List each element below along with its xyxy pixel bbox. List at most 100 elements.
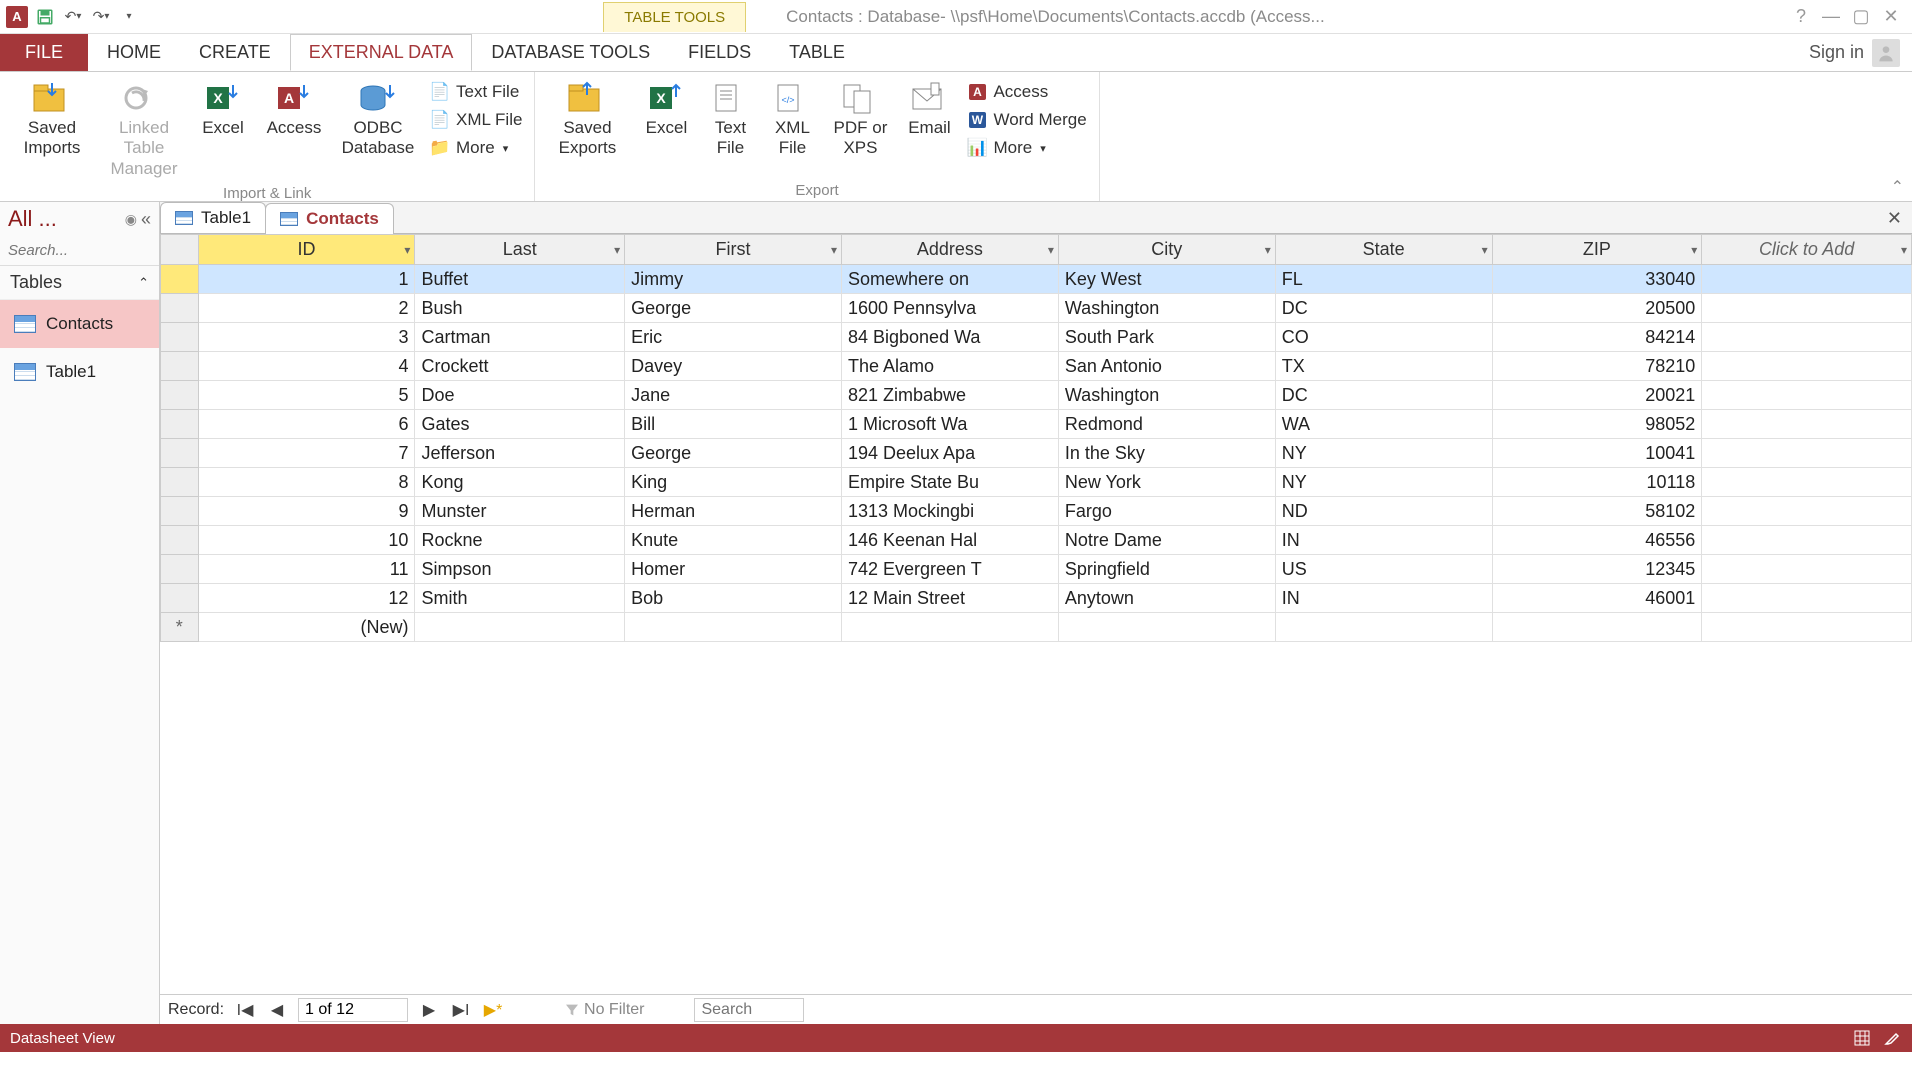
- cell-last[interactable]: Rockne: [415, 526, 625, 555]
- cell-state[interactable]: DC: [1275, 294, 1492, 323]
- cell-address[interactable]: 194 Deelux Apa: [841, 439, 1058, 468]
- cell-id[interactable]: 2: [198, 294, 415, 323]
- cell-state[interactable]: TX: [1275, 352, 1492, 381]
- cell-address[interactable]: 1 Microsoft Wa: [841, 410, 1058, 439]
- cell-blank[interactable]: [1702, 526, 1912, 555]
- cell-last[interactable]: Doe: [415, 381, 625, 410]
- cell-address[interactable]: 1600 Pennsylva: [841, 294, 1058, 323]
- cell-zip[interactable]: 10041: [1492, 439, 1702, 468]
- cell-blank[interactable]: [1702, 294, 1912, 323]
- column-header-city[interactable]: City▾: [1058, 235, 1275, 265]
- minimize-icon[interactable]: —: [1818, 4, 1844, 30]
- row-selector[interactable]: *: [161, 613, 199, 642]
- cell-last[interactable]: Munster: [415, 497, 625, 526]
- cell-first[interactable]: Jane: [625, 381, 842, 410]
- datasheet-view-icon[interactable]: [1852, 1028, 1872, 1048]
- nav-filter-icon[interactable]: ◉: [125, 211, 137, 228]
- cell-first[interactable]: Davey: [625, 352, 842, 381]
- cell-first[interactable]: Bob: [625, 584, 842, 613]
- design-view-icon[interactable]: [1882, 1028, 1902, 1048]
- column-header-last[interactable]: Last▾: [415, 235, 625, 265]
- cell-blank[interactable]: [1702, 381, 1912, 410]
- new-record-row[interactable]: *(New): [161, 613, 1912, 642]
- cell-blank[interactable]: [1702, 468, 1912, 497]
- column-header-id[interactable]: ID▾: [198, 235, 415, 265]
- chevron-down-icon[interactable]: ▾: [1901, 243, 1907, 257]
- row-selector[interactable]: [161, 526, 199, 555]
- table-row[interactable]: 7JeffersonGeorge194 Deelux ApaIn the Sky…: [161, 439, 1912, 468]
- tab-external-data[interactable]: EXTERNAL DATA: [290, 34, 473, 71]
- cell-city[interactable]: South Park: [1058, 323, 1275, 352]
- column-header-click-to-add[interactable]: Click to Add▾: [1702, 235, 1912, 265]
- cell-zip[interactable]: 84214: [1492, 323, 1702, 352]
- cell-last[interactable]: Cartman: [415, 323, 625, 352]
- cell-state[interactable]: NY: [1275, 468, 1492, 497]
- cell-first[interactable]: George: [625, 439, 842, 468]
- chevron-down-icon[interactable]: ▾: [1482, 243, 1488, 257]
- cell-id[interactable]: 4: [198, 352, 415, 381]
- cell-first[interactable]: King: [625, 468, 842, 497]
- cell-first[interactable]: George: [625, 294, 842, 323]
- maximize-icon[interactable]: ▢: [1848, 4, 1874, 30]
- qat-customize-icon[interactable]: ▾: [118, 6, 140, 28]
- cell-id[interactable]: 5: [198, 381, 415, 410]
- cell-city[interactable]: Redmond: [1058, 410, 1275, 439]
- import-excel-button[interactable]: X Excel: [192, 76, 254, 142]
- last-record-button[interactable]: ▶I: [450, 1000, 472, 1020]
- cell-state[interactable]: CO: [1275, 323, 1492, 352]
- redo-icon[interactable]: ↷▾: [90, 6, 112, 28]
- cell-address[interactable]: 1313 Mockingbi: [841, 497, 1058, 526]
- collapse-ribbon-icon[interactable]: ⌃: [1891, 177, 1904, 197]
- cell-city[interactable]: Anytown: [1058, 584, 1275, 613]
- datasheet[interactable]: ID▾ Last▾ First▾ Address▾ City▾ State▾ Z…: [160, 234, 1912, 994]
- cell-first[interactable]: Herman: [625, 497, 842, 526]
- cell-address[interactable]: 12 Main Street: [841, 584, 1058, 613]
- tab-database-tools[interactable]: DATABASE TOOLS: [472, 34, 669, 71]
- table-row[interactable]: 9MunsterHerman1313 MockingbiFargoND58102: [161, 497, 1912, 526]
- row-selector[interactable]: [161, 497, 199, 526]
- column-header-address[interactable]: Address▾: [841, 235, 1058, 265]
- cell-blank[interactable]: [1702, 555, 1912, 584]
- export-more-button[interactable]: 📊More▾: [963, 136, 1090, 160]
- export-text-file-button[interactable]: Text File: [701, 76, 759, 163]
- undo-icon[interactable]: ↶▾: [62, 6, 84, 28]
- table-row[interactable]: 3CartmanEric84 Bigboned WaSouth ParkCO84…: [161, 323, 1912, 352]
- cell-id[interactable]: 10: [198, 526, 415, 555]
- cell-zip[interactable]: 12345: [1492, 555, 1702, 584]
- cell-first[interactable]: Eric: [625, 323, 842, 352]
- cell-city[interactable]: Washington: [1058, 381, 1275, 410]
- cell-city[interactable]: Fargo: [1058, 497, 1275, 526]
- nav-title[interactable]: All ...: [8, 206, 121, 232]
- chevron-down-icon[interactable]: ▾: [1265, 243, 1271, 257]
- table-row[interactable]: 8KongKingEmpire State BuNew YorkNY10118: [161, 468, 1912, 497]
- help-icon[interactable]: ?: [1788, 4, 1814, 30]
- close-icon[interactable]: ✕: [1878, 4, 1904, 30]
- chevron-down-icon[interactable]: ▾: [404, 243, 410, 257]
- column-header-first[interactable]: First▾: [625, 235, 842, 265]
- cell-first[interactable]: Jimmy: [625, 265, 842, 294]
- export-xml-file-button[interactable]: </> XML File: [763, 76, 821, 163]
- cell-state[interactable]: IN: [1275, 526, 1492, 555]
- cell-state[interactable]: DC: [1275, 381, 1492, 410]
- odbc-button[interactable]: ODBC Database: [334, 76, 422, 163]
- cell-zip[interactable]: 78210: [1492, 352, 1702, 381]
- row-selector[interactable]: [161, 323, 199, 352]
- next-record-button[interactable]: ▶: [418, 1000, 440, 1020]
- cell-city[interactable]: Key West: [1058, 265, 1275, 294]
- cell-id[interactable]: 7: [198, 439, 415, 468]
- cell-address[interactable]: 84 Bigboned Wa: [841, 323, 1058, 352]
- cell-id[interactable]: 6: [198, 410, 415, 439]
- tab-fields[interactable]: FIELDS: [669, 34, 770, 71]
- row-selector[interactable]: [161, 381, 199, 410]
- row-selector[interactable]: [161, 584, 199, 613]
- new-record-button[interactable]: ▶*: [482, 1000, 504, 1020]
- cell-city[interactable]: Notre Dame: [1058, 526, 1275, 555]
- tab-create[interactable]: CREATE: [180, 34, 290, 71]
- cell-blank[interactable]: [1702, 323, 1912, 352]
- import-xml-file-button[interactable]: 📄XML File: [426, 108, 526, 132]
- cell-state[interactable]: FL: [1275, 265, 1492, 294]
- cell-blank[interactable]: [1702, 497, 1912, 526]
- cell-last[interactable]: Buffet: [415, 265, 625, 294]
- cell-city[interactable]: Washington: [1058, 294, 1275, 323]
- save-icon[interactable]: [34, 6, 56, 28]
